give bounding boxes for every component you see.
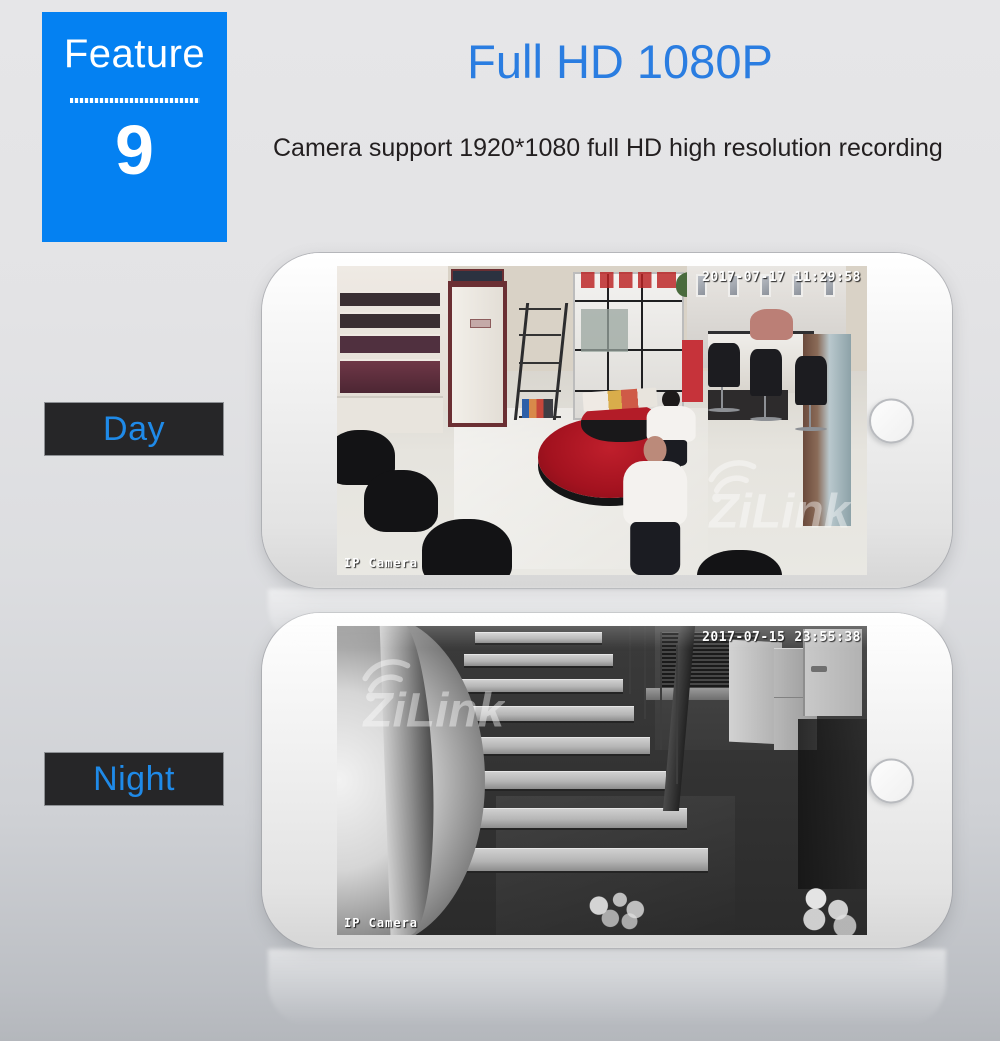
feature-badge-label: Feature	[63, 32, 206, 76]
home-button-icon[interactable]	[869, 758, 914, 803]
feature-badge-number: 9	[115, 111, 154, 189]
page-title: Full HD 1080P	[467, 35, 773, 88]
osd-date-day: 2017-07-17	[702, 270, 786, 285]
osd-date-night: 2017-07-15	[702, 630, 786, 645]
mode-label-day-text: Day	[103, 409, 165, 448]
feature-badge: Feature 9	[42, 12, 227, 242]
mode-label-night-text: Night	[93, 759, 175, 798]
feature-badge-divider	[69, 98, 200, 103]
phone-mockup-day: 2017-07-17 11:29:58 IP Camera ZiLink	[262, 253, 952, 588]
phone-reflection-night	[268, 949, 946, 1027]
osd-timestamp-day: 2017-07-17 11:29:58	[702, 270, 861, 285]
osd-timestamp-night: 2017-07-15 23:55:38	[702, 630, 861, 645]
night-scene: 2017-07-15 23:55:38 IP Camera ZiLink	[337, 626, 867, 935]
page-description: Camera support 1920*1080 full HD high re…	[273, 134, 943, 162]
camera-screen-night: 2017-07-15 23:55:38 IP Camera ZiLink	[337, 626, 867, 935]
osd-time-night: 23:55:38	[794, 630, 861, 645]
mode-label-day: Day	[44, 402, 224, 456]
day-scene: 2017-07-17 11:29:58 IP Camera ZiLink	[337, 266, 867, 575]
phone-mockup-night: 2017-07-15 23:55:38 IP Camera ZiLink	[262, 613, 952, 948]
camera-screen-day: 2017-07-17 11:29:58 IP Camera ZiLink	[337, 266, 867, 575]
headline-block: Full HD 1080P	[270, 36, 970, 88]
osd-channel-label-night: IP Camera	[344, 916, 419, 930]
osd-time-day: 11:29:58	[794, 270, 861, 285]
home-button-icon[interactable]	[869, 398, 914, 443]
mode-label-night: Night	[44, 752, 224, 806]
promo-page: Feature 9 Full HD 1080P Camera support 1…	[0, 0, 1000, 1041]
osd-channel-label-day: IP Camera	[344, 556, 419, 570]
